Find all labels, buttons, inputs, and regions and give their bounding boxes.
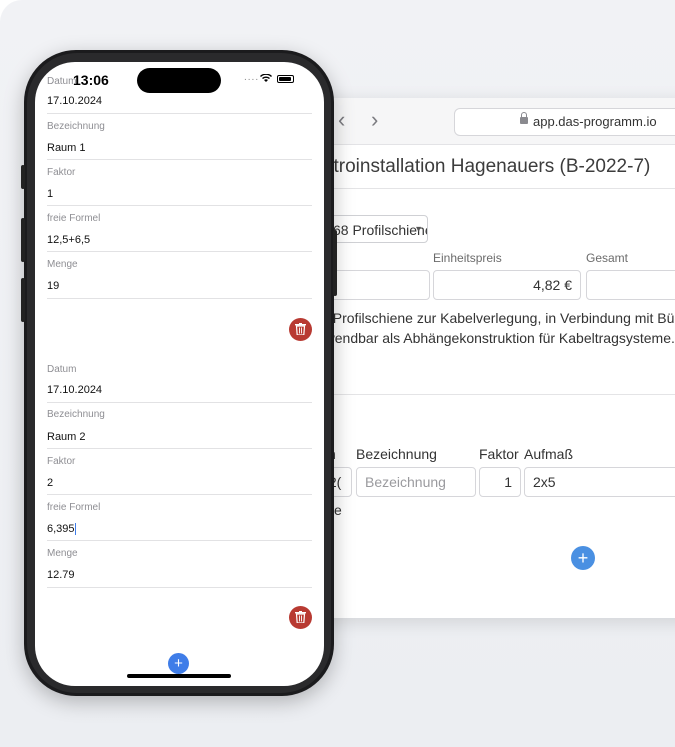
faktor-input[interactable]: 1	[479, 467, 521, 497]
side-button	[21, 278, 25, 322]
add-entry-button[interactable]: +	[168, 653, 189, 674]
article-select-value: 68 Profilschiene	[333, 222, 428, 238]
back-icon[interactable]: ‹	[338, 107, 345, 133]
total-label: Gesamt	[586, 251, 629, 265]
phone-screen	[35, 62, 324, 686]
chevron-down-icon: ▾	[415, 224, 421, 235]
description-line-1: C-Profilschiene zur Kabelverlegung, in V…	[318, 310, 675, 326]
side-button	[21, 218, 25, 262]
faktor-label: Faktor	[47, 456, 76, 467]
datum-label: Datum	[47, 76, 77, 87]
divider	[298, 394, 675, 395]
datum-label: Datum	[47, 364, 77, 375]
description-line-2: rwendbar als Abhängekonstruktion für Kab…	[320, 330, 675, 346]
datum-value[interactable]: 17.10.2024	[47, 95, 102, 107]
address-bar[interactable]: app.das-programm.io	[454, 108, 675, 136]
row-footnote: e	[334, 502, 342, 518]
trash-icon	[295, 323, 306, 335]
faktor-value[interactable]: 2	[47, 477, 53, 489]
divider	[298, 188, 675, 189]
status-time: 13:06	[73, 72, 109, 88]
faktor-label: Faktor	[47, 167, 76, 178]
total-input[interactable]	[586, 270, 675, 300]
column-faktor: Faktor	[479, 446, 519, 462]
column-aufmass: Aufmaß	[524, 446, 574, 462]
side-button	[333, 230, 337, 296]
text-cursor	[75, 523, 76, 535]
bezeichnung-input[interactable]: Bezeichnung	[356, 467, 476, 497]
forward-icon[interactable]: ›	[371, 107, 378, 133]
delete-button[interactable]	[289, 606, 312, 629]
aufmass-input[interactable]: 2x5	[524, 467, 675, 497]
trash-icon	[295, 611, 306, 623]
signal-icon: ....	[244, 72, 260, 83]
address-text: app.das-programm.io	[533, 114, 657, 129]
formel-value[interactable]: 6,395	[47, 523, 75, 535]
side-button	[21, 165, 25, 189]
add-row-button[interactable]: +	[571, 546, 595, 570]
page-title: ktroinstallation Hagenauers (B-2022-7)	[324, 156, 651, 177]
menge-value: 19	[47, 280, 60, 292]
unit-price-input[interactable]: 4,82 €	[433, 270, 581, 300]
menge-value: 12.79	[47, 569, 75, 581]
formel-label: freie Formel	[47, 502, 101, 513]
formel-label: freie Formel	[47, 213, 101, 224]
browser-toolbar: ‹ › app.das-programm.io	[298, 98, 675, 145]
bezeichnung-label: Bezeichnung	[47, 409, 105, 420]
battery-icon	[277, 75, 294, 83]
menge-label: Menge	[47, 259, 78, 270]
unit-price-label: Einheitspreis	[433, 251, 502, 265]
bezeichnung-value[interactable]: Raum 2	[47, 431, 86, 443]
delete-button[interactable]	[289, 318, 312, 341]
column-bezeichnung: Bezeichnung	[356, 446, 437, 462]
dynamic-island	[137, 68, 221, 93]
lock-icon	[520, 112, 528, 124]
formel-value[interactable]: 12,5+6,5	[47, 234, 90, 246]
bezeichnung-label: Bezeichnung	[47, 121, 105, 132]
home-indicator	[127, 674, 231, 678]
wifi-icon	[260, 74, 272, 82]
browser-window: ‹ › app.das-programm.io ktroinstallation…	[298, 98, 675, 618]
faktor-value[interactable]: 1	[47, 188, 53, 200]
datum-value[interactable]: 17.10.2024	[47, 384, 102, 396]
menge-label: Menge	[47, 548, 78, 559]
bezeichnung-value[interactable]: Raum 1	[47, 142, 86, 154]
